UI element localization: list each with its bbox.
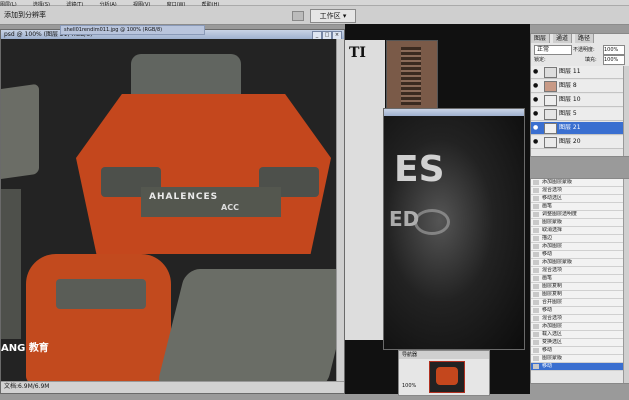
layer-thumbnail <box>544 123 557 134</box>
grey-armor-piece-right <box>156 269 336 381</box>
plate-text: AHALENCES <box>149 192 219 202</box>
document-canvas[interactable]: AHALENCES ACC ANG 教育 <box>1 39 336 381</box>
history-item-selected[interactable]: 移动 <box>531 363 623 371</box>
layer-name: 图层 10 <box>559 96 581 103</box>
fill-label: 填充: <box>585 57 597 63</box>
navigator-zoom[interactable]: 100% <box>402 383 416 389</box>
layer-row[interactable]: ● 图层 11 <box>531 66 623 79</box>
plate-text-2: ACC <box>221 203 239 212</box>
history-item[interactable]: 混合选项 <box>531 187 623 195</box>
watermark-sub: 教育 <box>28 343 49 354</box>
watermark-text: ANG <box>1 343 26 354</box>
visibility-icon[interactable]: ● <box>533 139 539 145</box>
lock-label: 锁定: <box>534 57 546 63</box>
history-item[interactable]: 画笔 <box>531 275 623 283</box>
history-item[interactable]: 合并图层 <box>531 299 623 307</box>
history-item[interactable]: 添加图层蒙版 <box>531 259 623 267</box>
history-item[interactable]: 混合选项 <box>531 315 623 323</box>
visibility-icon[interactable]: ● <box>533 111 539 117</box>
document-size: 文档:6.9M/6.9M <box>4 383 50 390</box>
navigator-preview[interactable] <box>429 361 465 393</box>
texture-stencil-text: ES <box>394 149 445 190</box>
texture-window-titlebar[interactable] <box>384 109 524 116</box>
history-item[interactable]: 调整图层透明度 <box>531 211 623 219</box>
background-texture-strip: TI <box>345 40 385 340</box>
history-item[interactable]: 描边 <box>531 235 623 243</box>
fill-input[interactable]: 100% <box>603 55 625 65</box>
layer-row[interactable]: ● 图层 10 <box>531 94 623 107</box>
history-item[interactable]: 添加图层蒙版 <box>531 179 623 187</box>
layer-row[interactable]: ● 图层 5 <box>531 108 623 121</box>
options-bar: 添加到分辨率 工作区 ▾ <box>0 6 629 25</box>
history-item[interactable]: 混合选项 <box>531 267 623 275</box>
navigator-panel[interactable]: 导航器 100% <box>398 350 490 396</box>
workspace-dropdown[interactable]: 工作区 ▾ <box>310 9 356 23</box>
second-document-tab[interactable]: shell01rendim011.jpg @ 100% (RGB/8) <box>60 25 205 35</box>
history-item[interactable]: 图层蒙版 <box>531 355 623 363</box>
opacity-label: 不透明度: <box>573 47 595 53</box>
grey-armor-piece-left <box>1 83 39 181</box>
layer-thumbnail <box>544 109 557 120</box>
layer-thumbnail <box>544 81 557 92</box>
history-item[interactable]: 画笔 <box>531 203 623 211</box>
tab-channels[interactable]: 通道 <box>553 34 573 43</box>
tab-paths[interactable]: 路径 <box>575 34 595 43</box>
visibility-icon[interactable]: ● <box>533 125 539 131</box>
status-bar: 文档:6.9M/6.9M <box>1 381 344 393</box>
history-item[interactable]: 图层复制 <box>531 291 623 299</box>
layer-thumbnail <box>544 67 557 78</box>
main-document-window[interactable]: psd @ 100% (图层 21, RGB/8) _ □ × AHALENCE… <box>0 29 345 394</box>
layer-row[interactable]: ● 图层 20 <box>531 136 623 149</box>
texture-window[interactable]: ES ED <box>383 108 525 350</box>
blend-mode-select[interactable]: 正常 <box>534 45 572 55</box>
history-item[interactable]: 图层复制 <box>531 283 623 291</box>
history-panel[interactable]: 添加图层蒙版 混合选项 移动选区 画笔 调整图层透明度 图层蒙版 取消选择 描边… <box>530 178 629 384</box>
history-item[interactable]: 添加图层 <box>531 243 623 251</box>
history-item[interactable]: 载入选区 <box>531 331 623 339</box>
orange-lower-plate <box>26 254 171 381</box>
add-to-resolution-label[interactable]: 添加到分辨率 <box>4 10 46 20</box>
vertical-scrollbar[interactable] <box>336 39 344 381</box>
layer-name: 图层 11 <box>559 68 581 75</box>
layer-thumbnail <box>544 137 557 148</box>
visibility-icon[interactable]: ● <box>533 83 539 89</box>
layer-thumbnail <box>544 95 557 106</box>
label-plate: AHALENCES ACC <box>141 187 281 217</box>
texture-eye-shape <box>414 209 450 235</box>
opacity-input[interactable]: 100% <box>603 45 625 55</box>
layers-list: ● 图层 11 ● 图层 8 ● 图层 10 ● 图层 5 ● 图层 21 ● 图层 20 <box>531 66 623 156</box>
history-list: 添加图层蒙版 混合选项 移动选区 画笔 调整图层透明度 图层蒙版 取消选择 描边… <box>531 179 623 383</box>
history-item[interactable]: 移动 <box>531 307 623 315</box>
history-item[interactable]: 移动选区 <box>531 195 623 203</box>
grey-strip-left <box>1 189 21 339</box>
lower-grey-band <box>56 279 146 309</box>
history-item[interactable]: 添加图层 <box>531 323 623 331</box>
layer-row[interactable]: ● 图层 8 <box>531 80 623 93</box>
layers-scrollbar[interactable] <box>623 66 629 156</box>
layers-panel[interactable]: 图层 通道 路径 正常 不透明度: 100% 锁定: 填充: 100% ● 图层 … <box>530 33 629 157</box>
navigator-title: 导航器 <box>399 351 489 359</box>
history-item[interactable]: 取消选择 <box>531 227 623 235</box>
history-item[interactable]: 移动 <box>531 347 623 355</box>
layer-name: 图层 8 <box>559 82 577 89</box>
screen-mode-icon[interactable] <box>292 11 304 21</box>
tab-layers[interactable]: 图层 <box>531 34 551 43</box>
history-item[interactable]: 变换选区 <box>531 339 623 347</box>
rust-texture-patch <box>386 40 438 112</box>
history-item[interactable]: 图层蒙版 <box>531 219 623 227</box>
visibility-icon[interactable]: ● <box>533 69 539 75</box>
visibility-icon[interactable]: ● <box>533 97 539 103</box>
watermark-logo: ANG 教育 <box>1 339 49 354</box>
layer-row-selected[interactable]: ● 图层 21 <box>531 122 623 135</box>
layer-name: 图层 20 <box>559 138 581 145</box>
history-item[interactable]: 移动 <box>531 251 623 259</box>
history-scrollbar[interactable] <box>623 179 629 383</box>
layer-name: 图层 5 <box>559 110 577 117</box>
layer-name: 图层 21 <box>559 124 581 131</box>
